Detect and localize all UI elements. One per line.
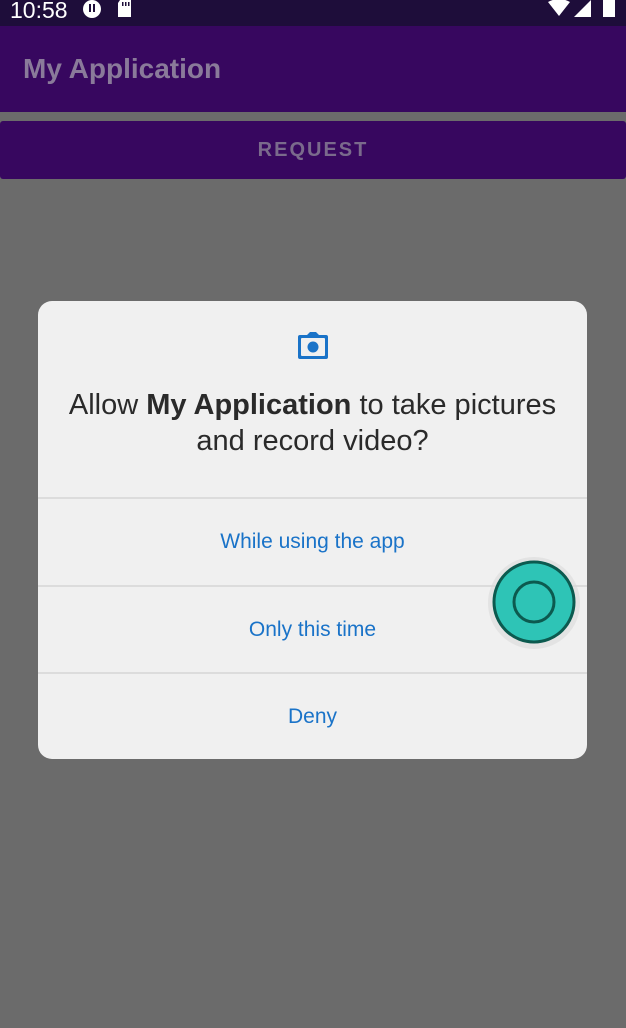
- signal-icon: [574, 0, 591, 17]
- touch-indicator-icon: [488, 557, 580, 649]
- status-time: 10:58: [10, 0, 68, 23]
- screen: 10:58 My Application REQUEST Allow My Ap…: [0, 0, 626, 1028]
- sd-card-icon: [118, 0, 131, 17]
- dialog-app-name: My Application: [146, 389, 352, 421]
- dialog-message-prefix: Allow: [68, 389, 147, 421]
- request-button[interactable]: REQUEST: [0, 121, 626, 179]
- deny-button[interactable]: Deny: [38, 674, 587, 759]
- camera-icon: [298, 332, 328, 359]
- battery-icon: [603, 0, 615, 17]
- permission-dialog: Allow My Application to take pictures an…: [38, 301, 587, 759]
- pause-circle-icon: [83, 0, 101, 18]
- app-title: My Application: [23, 53, 222, 84]
- app-bar: My Application: [0, 26, 626, 112]
- wifi-icon: [548, 0, 570, 16]
- status-bar: 10:58: [0, 0, 626, 26]
- dialog-message: Allow My Application to take pictures an…: [58, 387, 567, 459]
